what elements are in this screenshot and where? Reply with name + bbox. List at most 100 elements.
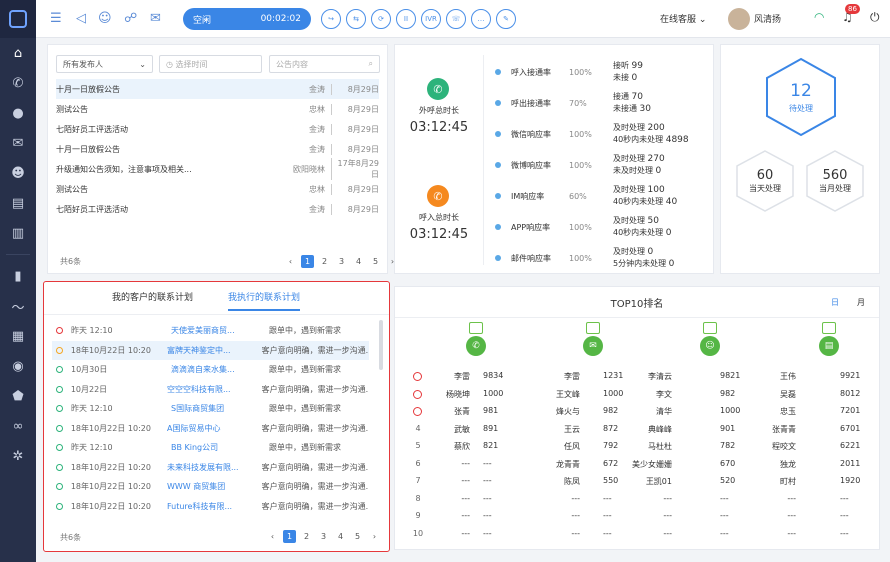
tab-my-customers-plan[interactable]: 我的客户的联系计划	[112, 290, 193, 303]
plan-company[interactable]: 未来科技发展有限...	[167, 462, 250, 473]
page-number[interactable]: 1	[301, 255, 314, 268]
ivr-button[interactable]: IVR	[421, 9, 441, 29]
list-item[interactable]: 升级通知公告须知，注意事项及相关... 欧阳晓林 17年8月29日	[56, 158, 379, 180]
stat-label: 40秒内未处理	[613, 228, 664, 237]
phone-icon[interactable]: ✆	[0, 68, 36, 98]
message-button[interactable]: …	[471, 9, 491, 29]
agent-status-toggle[interactable]: 空闲 ⌄ 00:02:02	[183, 8, 311, 30]
list-item[interactable]: 测试公告 忠林 8月29日	[56, 179, 379, 199]
shield-icon[interactable]: ⬟	[0, 381, 36, 411]
top10-title: TOP10排名	[610, 299, 664, 310]
page-number[interactable]: 3	[335, 255, 348, 268]
page-number[interactable]: 1	[283, 530, 296, 543]
stat-line-1: 及时处理 50	[613, 215, 671, 227]
speaker-icon[interactable]: ◁	[76, 11, 86, 26]
page-number[interactable]: 2	[318, 255, 331, 268]
calendar-icon[interactable]: ▦	[0, 321, 36, 351]
gear-icon[interactable]: ✲	[0, 441, 36, 471]
agent-button[interactable]: ☏	[446, 9, 466, 29]
clipboard-icon[interactable]: ▤	[0, 188, 36, 218]
table-row[interactable]: 18年10月22日 10:20 Future科技有限... 客户意向明确，需进一步沟…	[52, 497, 369, 517]
list-item[interactable]: 十月一日放假公告 金涛 8月29日	[56, 139, 379, 159]
pending-card[interactable]: 12 待处理	[765, 57, 837, 137]
announcement-title: 十月一日放假公告	[56, 84, 120, 94]
top10-divider	[395, 317, 879, 318]
stat-percent: 100%	[569, 160, 592, 170]
table-row: 6 --- --- 龙青青 672 美少女姗姗 670 独龙 2011	[395, 456, 865, 474]
table-row[interactable]: 18年10月22日 10:20 A国际贸易中心 客户意向明确，需进一步沟通...	[52, 419, 369, 439]
home-icon[interactable]: ⌂	[0, 38, 36, 68]
mail-icon[interactable]: ✉	[0, 128, 36, 158]
avatar[interactable]	[728, 8, 750, 30]
list-item[interactable]: 七陌好员工评选活动 金涛 8月29日	[56, 119, 379, 139]
plan-status: 跟单中，遇到新需求	[269, 365, 341, 375]
rank-value: 7201	[840, 406, 861, 415]
power-icon[interactable]: ⏻	[870, 10, 880, 25]
chat-icon[interactable]: ●	[0, 98, 36, 128]
note-button[interactable]: ✎	[496, 9, 516, 29]
page-number[interactable]: 2	[300, 530, 313, 543]
table-row[interactable]: 昨天 12:10 天使爱美丽商贸... 跟单中，遇到新需求	[52, 321, 369, 341]
announcement-author: 忠林	[309, 104, 325, 114]
table-row[interactable]: 10月30日 滴滴滴自来水集... 跟单中，遇到新需求	[52, 360, 369, 380]
plan-company[interactable]: 空空空科技有限...	[167, 384, 250, 395]
announcement-title: 七陌好员工评选活动	[56, 124, 128, 134]
stat-label: 未接	[613, 73, 629, 82]
list-item[interactable]: 测试公告 忠林 8月29日	[56, 99, 379, 119]
contacts-icon[interactable]: ☍	[124, 11, 137, 26]
month-card[interactable]: 560 当月处理	[805, 149, 865, 213]
hold-button[interactable]: II	[396, 9, 416, 29]
tab-day[interactable]: 日	[831, 297, 839, 308]
plan-company[interactable]: 滴滴滴自来水集...	[171, 364, 257, 375]
content-search-input[interactable]: 公告内容 ⌕	[269, 55, 380, 73]
user-name[interactable]: 风清扬	[754, 12, 781, 25]
chat-bubble-icon[interactable]: ☺	[98, 11, 112, 26]
tab-my-executed-plan[interactable]: 我执行的联系计划	[228, 290, 301, 311]
today-count: 60	[756, 168, 774, 183]
user-icon[interactable]: ☻	[0, 158, 36, 188]
page-number[interactable]: 5	[351, 530, 364, 543]
prev-page-icon[interactable]: ‹	[266, 530, 279, 543]
menu-toggle-icon[interactable]: ☰	[50, 11, 62, 26]
transfer-button[interactable]: ↪	[321, 9, 341, 29]
page-number[interactable]: 4	[334, 530, 347, 543]
today-card[interactable]: 60 当天处理	[735, 149, 795, 213]
plan-company[interactable]: A国际贸易中心	[167, 423, 250, 434]
plan-company[interactable]: BB King公司	[171, 442, 257, 453]
rank-name: ---	[571, 511, 580, 520]
table-row[interactable]: 10月22日 空空空科技有限... 客户意向明确，需进一步沟通...	[52, 380, 369, 400]
plan-company[interactable]: 天使爱美丽商贸...	[171, 325, 257, 336]
prev-page-icon[interactable]: ‹	[284, 255, 297, 268]
link-icon[interactable]: ∞	[0, 411, 36, 441]
list-item[interactable]: 七陌好员工评选活动 金涛 8月29日	[56, 199, 379, 219]
scrollbar[interactable]	[379, 320, 383, 370]
publisher-select[interactable]: 所有发布人 ⌄	[56, 55, 153, 73]
page-number[interactable]: 3	[317, 530, 330, 543]
table-row[interactable]: 昨天 12:10 BB King公司 跟单中，遇到新需求	[52, 438, 369, 458]
message-icon[interactable]: ◉	[0, 351, 36, 381]
time-picker[interactable]: ◷ 选择时间	[159, 55, 262, 73]
plan-company[interactable]: 富牌天神鉴定中...	[167, 345, 250, 356]
page-number[interactable]: 5	[369, 255, 382, 268]
rank-name: ---	[787, 528, 796, 538]
table-row[interactable]: 18年10月22日 10:20 未来科技发展有限... 客户意向明确，需进一步沟通.…	[52, 458, 369, 478]
list-item[interactable]: 十月一日放假公告 金涛 8月29日	[56, 79, 379, 99]
monitor-icon[interactable]: 〜	[0, 291, 36, 321]
page-number[interactable]: 4	[352, 255, 365, 268]
tab-month[interactable]: 月	[857, 297, 865, 308]
contact-plan-panel: 我的客户的联系计划 我执行的联系计划 昨天 12:10 天使爱美丽商贸... 跟单中…	[43, 281, 390, 552]
consult-button[interactable]: ⇆	[346, 9, 366, 29]
plan-company[interactable]: S国际商贸集团	[171, 403, 257, 414]
envelope-icon[interactable]: ✉	[150, 11, 161, 26]
table-row[interactable]: 18年10月22日 10:20 WWW 商贸集团 客户意向明确，需进一步沟通...	[52, 477, 369, 497]
service-status-dropdown[interactable]: 在线客服 ⌄	[660, 12, 706, 25]
plan-company[interactable]: Future科技有限...	[167, 501, 250, 512]
retrieve-button[interactable]: ⟳	[371, 9, 391, 29]
book-icon[interactable]: ▥	[0, 218, 36, 248]
next-page-icon[interactable]: ›	[368, 530, 381, 543]
table-row[interactable]: 昨天 12:10 S国际商贸集团 跟单中，遇到新需求	[52, 399, 369, 419]
plan-company[interactable]: WWW 商贸集团	[167, 481, 250, 492]
announcement-title: 十月一日放假公告	[56, 144, 120, 154]
bar-chart-icon[interactable]: ▮	[0, 261, 36, 291]
table-row[interactable]: 18年10月22日 10:20 富牌天神鉴定中... 客户意向明确，需进一步沟通..…	[52, 340, 369, 360]
